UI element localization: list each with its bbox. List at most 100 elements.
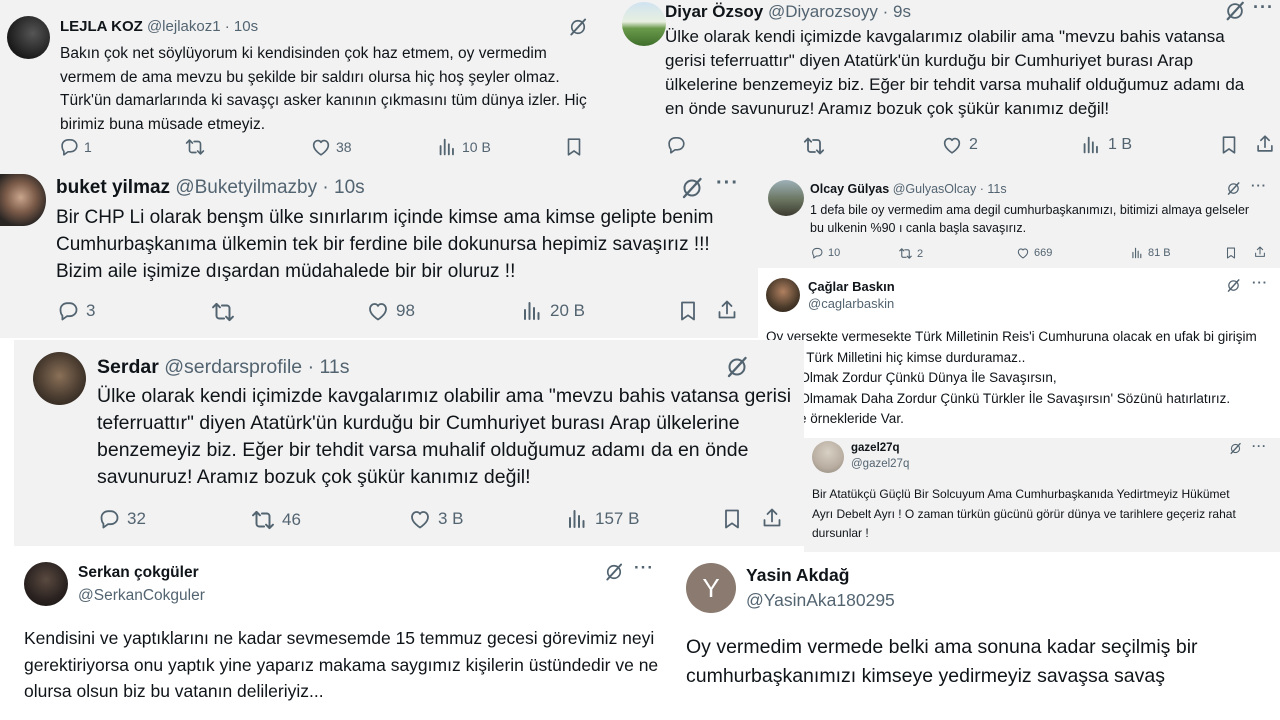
like-count: 98 <box>396 301 415 320</box>
grok-icon[interactable] <box>725 355 749 379</box>
views-button[interactable]: 20 B <box>520 299 585 323</box>
reply-icon <box>97 507 121 531</box>
author-handle[interactable]: @gazel27q <box>851 458 909 470</box>
reply-button[interactable]: 1 <box>58 136 92 158</box>
author-name[interactable]: Serdar <box>97 356 159 378</box>
reply-button[interactable]: 3 <box>56 299 95 323</box>
timestamp[interactable]: 10s <box>234 18 258 35</box>
share-icon[interactable] <box>1253 245 1267 259</box>
dot-separator: · <box>307 356 315 378</box>
like-button[interactable]: 98 <box>366 299 415 323</box>
more-icon[interactable]: ··· <box>716 172 739 195</box>
grok-icon[interactable] <box>568 17 588 37</box>
grok-icon[interactable] <box>1226 181 1241 196</box>
more-icon[interactable]: ··· <box>634 558 654 578</box>
avatar[interactable] <box>33 352 86 405</box>
author-name[interactable]: Yasin Akdağ <box>746 565 849 585</box>
share-icon[interactable] <box>715 298 739 322</box>
author-name[interactable]: Çağlar Baskın <box>808 279 895 294</box>
author-name[interactable]: Diyar Özsoy <box>665 2 763 21</box>
reply-button[interactable] <box>665 134 693 156</box>
bookmark-icon[interactable] <box>1224 246 1238 260</box>
more-icon[interactable]: ··· <box>1253 0 1274 18</box>
views-count: 1 B <box>1108 136 1133 153</box>
author-handle[interactable]: @SerkanCokguler <box>78 587 205 604</box>
grok-icon[interactable] <box>604 562 624 582</box>
timestamp[interactable]: 9s <box>893 2 911 21</box>
like-button[interactable]: 3 B <box>408 507 464 531</box>
retweet-button[interactable]: 46 <box>250 507 301 533</box>
avatar[interactable] <box>768 180 804 216</box>
heart-icon <box>408 507 432 531</box>
retweet-count: 46 <box>282 510 301 529</box>
views-icon <box>1130 246 1144 260</box>
views-button[interactable]: 10 B <box>436 136 491 158</box>
avatar[interactable] <box>24 562 68 606</box>
author-name[interactable]: gazel27q <box>851 442 900 454</box>
like-count: 2 <box>969 136 978 153</box>
like-button[interactable]: 38 <box>310 136 352 158</box>
grok-icon[interactable] <box>1226 278 1241 293</box>
retweet-icon <box>898 246 913 261</box>
author-name[interactable]: Serkan çokgüler <box>78 564 199 581</box>
reply-icon <box>58 136 80 158</box>
timestamp[interactable]: 11s <box>320 356 350 378</box>
avatar[interactable] <box>766 278 800 312</box>
retweet-button[interactable]: 2 <box>898 246 923 261</box>
bookmark-icon[interactable] <box>720 507 744 531</box>
heart-icon <box>1016 246 1030 260</box>
share-icon[interactable] <box>760 506 784 530</box>
reply-button[interactable]: 32 <box>97 507 146 531</box>
author-handle[interactable]: @lejlakoz1 <box>147 18 221 35</box>
more-icon[interactable]: ··· <box>1251 178 1267 193</box>
retweet-button[interactable] <box>210 299 242 325</box>
avatar[interactable] <box>7 16 50 59</box>
author-handle[interactable]: @caglarbaskin <box>808 296 894 311</box>
grok-icon[interactable] <box>1224 0 1246 22</box>
views-count: 20 B <box>550 301 585 320</box>
like-button[interactable]: 669 <box>1016 246 1052 260</box>
retweet-button[interactable] <box>184 136 210 158</box>
bookmark-icon[interactable] <box>1218 134 1240 156</box>
views-icon <box>520 299 544 323</box>
author-handle[interactable]: @YasinAka180295 <box>746 590 895 610</box>
grok-icon[interactable] <box>680 176 704 200</box>
retweet-icon <box>210 299 236 325</box>
timestamp[interactable]: 11s <box>987 182 1006 196</box>
views-count: 81 B <box>1148 247 1171 259</box>
bookmark-icon[interactable] <box>676 299 700 323</box>
views-button[interactable]: 1 B <box>1080 134 1132 156</box>
grok-icon[interactable] <box>1229 442 1242 455</box>
heart-icon <box>941 134 963 156</box>
reply-icon <box>665 134 687 156</box>
reply-button[interactable]: 10 <box>810 246 840 260</box>
tweet-text: Bakın çok net söylüyorum ki kendisinden … <box>60 45 587 133</box>
tweet-text: Oy vermedim vermede belki ama sonuna kad… <box>686 636 1198 687</box>
more-icon[interactable]: ··· <box>1252 275 1268 290</box>
more-icon[interactable]: ··· <box>1252 439 1267 453</box>
author-name[interactable]: LEJLA KOZ <box>60 18 143 35</box>
avatar[interactable] <box>0 174 46 226</box>
avatar[interactable] <box>812 441 844 473</box>
views-button[interactable]: 81 B <box>1130 246 1171 260</box>
like-button[interactable]: 2 <box>941 134 978 156</box>
retweet-icon <box>802 134 826 158</box>
views-icon <box>436 136 458 158</box>
retweet-count: 2 <box>917 247 924 260</box>
avatar[interactable]: Y <box>686 563 736 613</box>
retweet-button[interactable] <box>802 134 832 158</box>
author-name[interactable]: Olcay Gülyas <box>810 182 889 196</box>
retweet-icon <box>184 136 206 158</box>
author-handle[interactable]: @Diyarozsoyy <box>768 2 878 21</box>
views-button[interactable]: 157 B <box>565 507 639 531</box>
avatar[interactable] <box>622 2 666 46</box>
tweet-olcay: Olcay Gülyas @GulyasOlcay · 11s ··· 1 de… <box>758 170 1280 268</box>
timestamp[interactable]: 10s <box>334 177 365 198</box>
author-handle[interactable]: @GulyasOlcay <box>893 182 977 196</box>
author-handle[interactable]: @Buketyilmazby <box>175 177 317 198</box>
bookmark-icon[interactable] <box>563 136 585 158</box>
share-icon[interactable] <box>1254 133 1276 155</box>
author-handle[interactable]: @serdarsprofile <box>164 356 302 378</box>
dot-separator: · <box>882 2 889 21</box>
author-name[interactable]: buket yilmaz <box>56 177 170 198</box>
